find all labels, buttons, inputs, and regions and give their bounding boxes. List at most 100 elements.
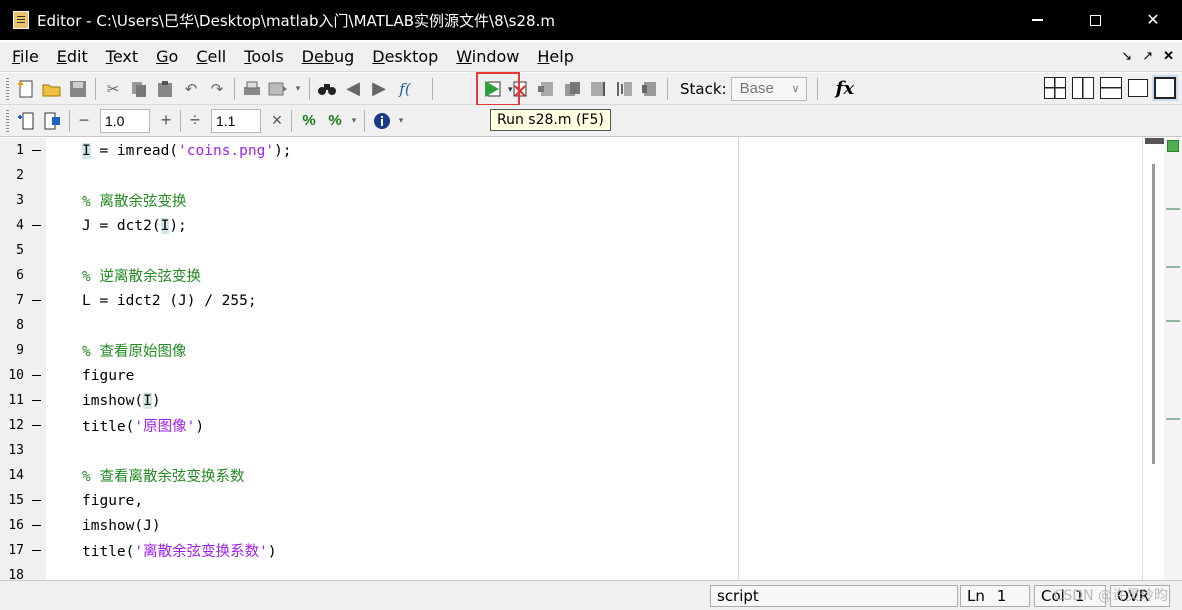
breakpoint-dash-icon[interactable] <box>32 399 41 402</box>
step-out-icon[interactable] <box>587 78 609 100</box>
line-number[interactable]: 9 <box>0 343 24 358</box>
toolbar-grip[interactable] <box>6 109 9 132</box>
chevron-down-icon[interactable]: ▾ <box>293 78 303 100</box>
code-text[interactable]: % 查看原始图像 <box>82 340 186 361</box>
tile-grid-icon[interactable] <box>1044 77 1066 99</box>
breakpoint-dash-icon[interactable] <box>32 424 41 427</box>
close-document-icon[interactable]: ✕ <box>1163 48 1174 64</box>
copy-icon[interactable] <box>128 78 150 100</box>
code-line[interactable]: 2 <box>0 163 1182 188</box>
function-icon[interactable]: fx <box>836 78 854 99</box>
line-number[interactable]: 2 <box>0 168 24 183</box>
code-line[interactable]: 6 % 逆离散余弦变换 <box>0 263 1182 288</box>
close-button[interactable]: ✕ <box>1124 0 1182 40</box>
menu-tools[interactable]: Tools <box>244 47 283 66</box>
open-folder-icon[interactable] <box>41 78 63 100</box>
line-number[interactable]: 11 <box>0 393 24 408</box>
menu-cell[interactable]: Cell <box>196 47 226 66</box>
line-number[interactable]: 12 <box>0 418 24 433</box>
vertical-scrollbar[interactable] <box>1142 138 1165 580</box>
cut-icon[interactable]: ✂ <box>102 78 124 100</box>
code-text[interactable]: J = dct2(I); <box>82 217 187 234</box>
split-horizontal-icon[interactable] <box>1100 77 1122 99</box>
uncomment-percent-icon[interactable]: % <box>324 110 346 132</box>
line-number[interactable]: 5 <box>0 243 24 258</box>
menu-text[interactable]: Text <box>106 47 138 66</box>
menu-file[interactable]: File <box>12 47 39 66</box>
code-line[interactable]: 7 L = idct2 (J) / 255; <box>0 288 1182 313</box>
maximize-button[interactable] <box>1066 0 1124 40</box>
code-text[interactable]: I = imread('coins.png'); <box>82 142 292 159</box>
line-number[interactable]: 6 <box>0 268 24 283</box>
new-file-icon[interactable] <box>15 78 37 100</box>
code-line[interactable]: 9 % 查看原始图像 <box>0 338 1182 363</box>
step-icon[interactable] <box>535 78 557 100</box>
increment-button[interactable]: + <box>156 110 176 131</box>
publish-icon[interactable] <box>267 78 289 100</box>
line-number[interactable]: 17 <box>0 543 24 558</box>
message-marker[interactable] <box>1166 418 1180 420</box>
code-text[interactable]: L = idct2 (J) / 255; <box>82 293 257 309</box>
menu-edit[interactable]: Edit <box>57 47 88 66</box>
code-line[interactable]: 1 I = imread('coins.png'); <box>0 138 1182 163</box>
step-in-icon[interactable] <box>561 78 583 100</box>
breakpoint-dash-icon[interactable] <box>32 149 41 152</box>
menu-help[interactable]: Help <box>537 47 573 66</box>
line-number[interactable]: 14 <box>0 468 24 483</box>
maximize-document-icon[interactable] <box>1154 77 1176 99</box>
menu-window[interactable]: Window <box>456 47 519 66</box>
breakpoint-dash-icon[interactable] <box>32 499 41 502</box>
code-text[interactable]: title('原图像') <box>82 415 204 436</box>
undock-icon[interactable]: ↘ <box>1121 48 1132 64</box>
code-text[interactable]: % 查看离散余弦变换系数 <box>82 465 244 486</box>
breakpoint-dash-icon[interactable] <box>32 224 41 227</box>
toolbar-grip[interactable] <box>6 77 9 100</box>
message-marker[interactable] <box>1166 266 1180 268</box>
code-line[interactable]: 16 imshow(J) <box>0 513 1182 538</box>
line-number[interactable]: 8 <box>0 318 24 333</box>
message-bar[interactable] <box>1164 138 1182 580</box>
message-marker[interactable] <box>1166 320 1180 322</box>
message-marker[interactable] <box>1166 208 1180 210</box>
menu-desktop[interactable]: Desktop <box>372 47 438 66</box>
code-text[interactable]: % 离散余弦变换 <box>82 190 186 211</box>
find-binoculars-icon[interactable] <box>316 78 338 100</box>
run-button[interactable]: ▾ <box>476 72 520 106</box>
divide-button[interactable]: ÷ <box>185 110 205 131</box>
line-number[interactable]: 16 <box>0 518 24 533</box>
code-line[interactable]: 10 figure <box>0 363 1182 388</box>
line-number[interactable]: 10 <box>0 368 24 383</box>
breakpoint-dash-icon[interactable] <box>32 299 41 302</box>
code-text[interactable]: title('离散余弦变换系数') <box>82 540 277 561</box>
evaluate-cell-icon[interactable] <box>41 110 63 132</box>
scrollbar-thumb[interactable] <box>1152 164 1155 464</box>
code-line[interactable]: 14 % 查看离散余弦变换系数 <box>0 463 1182 488</box>
forward-arrow-icon[interactable]: ▶ <box>368 78 390 100</box>
redo-icon[interactable]: ↷ <box>206 78 228 100</box>
menu-debug[interactable]: Debug <box>302 47 355 66</box>
function-browser-icon[interactable]: f( <box>394 78 416 100</box>
code-line[interactable]: 12 title('原图像') <box>0 413 1182 438</box>
line-number[interactable]: 4 <box>0 218 24 233</box>
line-number[interactable]: 15 <box>0 493 24 508</box>
continue-icon[interactable] <box>613 78 635 100</box>
comment-percent-icon[interactable]: % <box>298 110 320 132</box>
code-line[interactable]: 13 <box>0 438 1182 463</box>
split-vertical-icon[interactable] <box>1072 77 1094 99</box>
stack-select[interactable]: Base ∨ <box>730 76 807 101</box>
paste-icon[interactable] <box>154 78 176 100</box>
info-icon[interactable] <box>371 110 393 132</box>
line-number[interactable]: 7 <box>0 293 24 308</box>
code-text[interactable]: % 逆离散余弦变换 <box>82 265 201 286</box>
code-line[interactable]: 15 figure, <box>0 488 1182 513</box>
multiply-button[interactable]: × <box>267 110 287 131</box>
breakpoint-dash-icon[interactable] <box>32 374 41 377</box>
exit-debug-icon[interactable] <box>639 78 661 100</box>
print-icon[interactable] <box>241 78 263 100</box>
split-handle[interactable] <box>1145 138 1165 144</box>
code-text[interactable]: imshow(J) <box>82 518 161 534</box>
code-line[interactable]: 4 J = dct2(I); <box>0 213 1182 238</box>
breakpoint-dash-icon[interactable] <box>32 549 41 552</box>
insert-cell-break-icon[interactable] <box>15 110 37 132</box>
scale-value-input[interactable]: 1.1 <box>211 108 261 133</box>
